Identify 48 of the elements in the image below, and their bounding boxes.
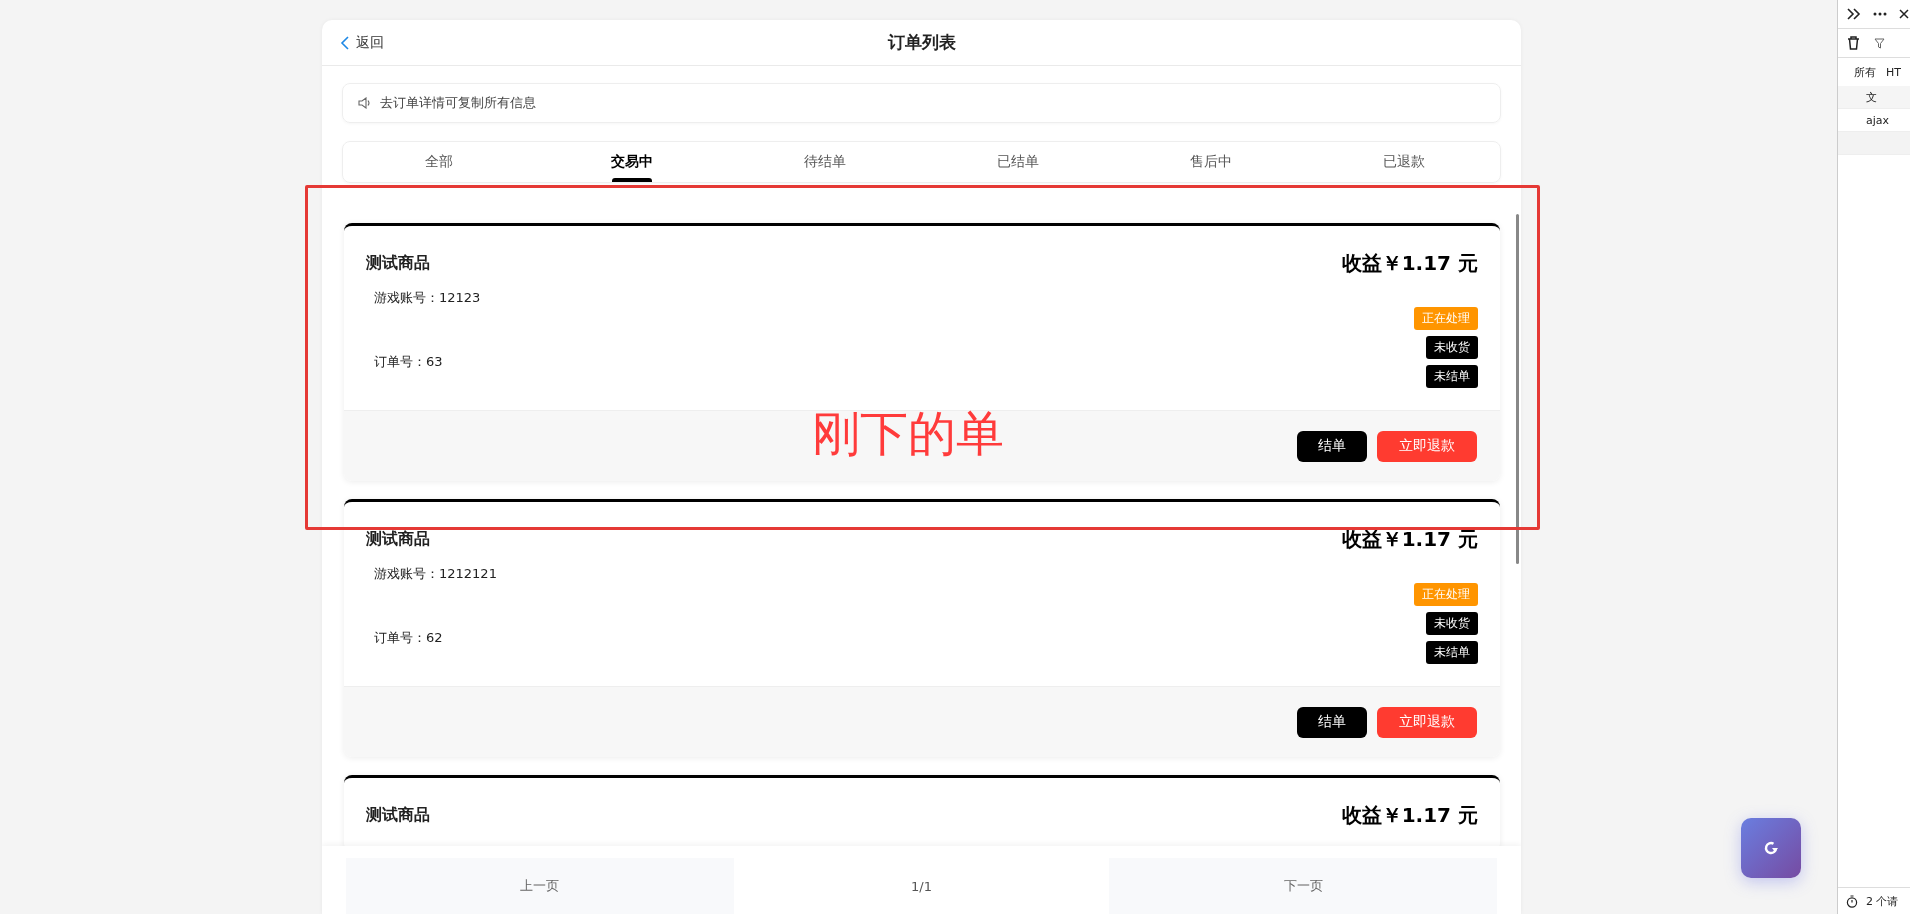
refund-button[interactable]: 立即退款 — [1377, 706, 1477, 738]
income-amount: 收益￥1.17 元 — [1341, 250, 1478, 277]
settle-button[interactable]: 结单 — [1297, 430, 1367, 462]
stopwatch-icon — [1846, 894, 1858, 908]
speaker-icon — [358, 97, 372, 109]
order-tab[interactable]: 交易中 — [535, 142, 729, 182]
filter-tab[interactable]: 所有 — [1854, 64, 1876, 80]
product-name: 测试商品 — [366, 805, 430, 826]
notice-text: 去订单详情可复制所有信息 — [380, 94, 536, 112]
order-number: 订单号：62 — [374, 629, 444, 647]
status-tag: 未收货 — [1426, 336, 1478, 359]
column-header: 文 — [1866, 89, 1877, 105]
request-name[interactable]: ajax — [1866, 113, 1890, 127]
scrollbar[interactable] — [1516, 214, 1519, 564]
status-tag: 未结单 — [1426, 365, 1478, 388]
page-title: 订单列表 — [887, 31, 956, 54]
annotation-text: 刚下的单 — [812, 405, 1004, 463]
settle-button[interactable]: 结单 — [1297, 706, 1367, 738]
chevron-left-icon — [340, 35, 350, 50]
income-amount: 收益￥1.17 元 — [1341, 526, 1478, 553]
chevrons-right-icon[interactable] — [1847, 8, 1861, 20]
order-tab[interactable]: 全部 — [343, 142, 536, 182]
status-tag: 未收货 — [1426, 612, 1478, 635]
next-page-button[interactable]: 下一页 — [1109, 858, 1497, 914]
close-icon[interactable] — [1899, 9, 1909, 19]
status-tag: 正在处理 — [1414, 307, 1478, 330]
refund-button[interactable]: 立即退款 — [1377, 430, 1477, 462]
prev-page-button[interactable]: 上一页 — [346, 858, 734, 914]
refresh-icon — [1762, 839, 1780, 857]
back-link[interactable]: 返回 — [340, 33, 384, 52]
trash-icon[interactable] — [1847, 36, 1860, 50]
product-name: 测试商品 — [366, 529, 430, 550]
game-account: 游戏账号：12123 — [374, 289, 481, 307]
status-tag: 未结单 — [1426, 641, 1478, 664]
order-tab[interactable]: 已结单 — [921, 142, 1115, 182]
game-account: 游戏账号：1212121 — [374, 565, 497, 583]
more-icon[interactable] — [1873, 12, 1887, 16]
filter-icon[interactable] — [1874, 37, 1885, 49]
refresh-button[interactable] — [1741, 818, 1801, 878]
filter-tab[interactable]: HT — [1886, 65, 1901, 79]
order-tab[interactable]: 待结单 — [728, 142, 922, 182]
order-number: 订单号：63 — [374, 353, 444, 371]
status-tag: 正在处理 — [1414, 583, 1478, 606]
order-tab[interactable]: 售后中 — [1114, 142, 1308, 182]
product-name: 测试商品 — [366, 253, 430, 274]
order-tab[interactable]: 已退款 — [1307, 142, 1500, 182]
income-amount: 收益￥1.17 元 — [1341, 802, 1478, 829]
request-count: 2 个请 — [1866, 893, 1899, 909]
